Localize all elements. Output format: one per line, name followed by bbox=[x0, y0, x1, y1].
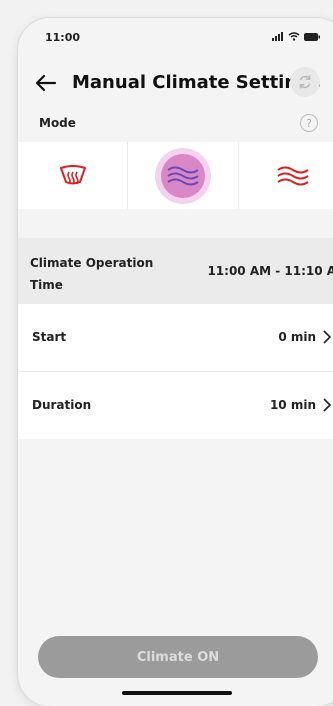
ventilation-waves-icon bbox=[167, 166, 199, 185]
operation-time-label: Climate Operation Time bbox=[30, 256, 154, 292]
start-value: 0 min bbox=[278, 330, 316, 344]
status-bar: 11:00 bbox=[18, 18, 333, 58]
mode-selector bbox=[18, 142, 333, 209]
chevron-right-icon bbox=[323, 398, 332, 412]
home-indicator bbox=[122, 691, 232, 695]
battery-icon bbox=[304, 32, 320, 41]
back-arrow-icon[interactable] bbox=[33, 70, 59, 96]
signal-icon bbox=[272, 32, 283, 41]
phone-frame: 11:00 Manual Climate Settings Mode ? Cli… bbox=[18, 18, 333, 706]
wifi-icon bbox=[288, 32, 300, 41]
selected-mode-ring bbox=[154, 147, 211, 204]
operation-time-row: Climate Operation Time 11:00 AM - 11:10 … bbox=[18, 238, 333, 304]
duration-setting-row[interactable]: Duration 10 min bbox=[18, 372, 333, 439]
heat-waves-icon bbox=[277, 166, 309, 185]
operation-time-value: 11:00 AM - 11:10 AM bbox=[207, 264, 333, 278]
duration-value: 10 min bbox=[269, 398, 316, 412]
mode-option-defrost[interactable] bbox=[18, 142, 129, 209]
start-label: Start bbox=[32, 330, 67, 344]
status-icons bbox=[272, 32, 320, 41]
mode-option-heat[interactable] bbox=[239, 142, 333, 209]
status-time: 11:00 bbox=[45, 31, 81, 44]
header: Manual Climate Settings bbox=[18, 58, 333, 108]
refresh-icon[interactable] bbox=[290, 67, 320, 97]
climate-on-button[interactable]: Climate ON bbox=[38, 636, 318, 678]
mode-row: Mode ? bbox=[18, 112, 333, 138]
defrost-icon bbox=[59, 164, 86, 184]
mode-label: Mode bbox=[39, 116, 76, 130]
duration-label: Duration bbox=[32, 398, 92, 412]
refresh-arrows-icon bbox=[299, 75, 311, 89]
start-setting-row[interactable]: Start 0 min bbox=[18, 304, 333, 372]
selected-mode-inner bbox=[160, 153, 205, 198]
chevron-right-icon bbox=[323, 330, 332, 344]
help-icon[interactable]: ? bbox=[300, 114, 318, 132]
page-title: Manual Climate Settings bbox=[72, 72, 321, 93]
mode-option-ventilation[interactable] bbox=[128, 142, 239, 209]
